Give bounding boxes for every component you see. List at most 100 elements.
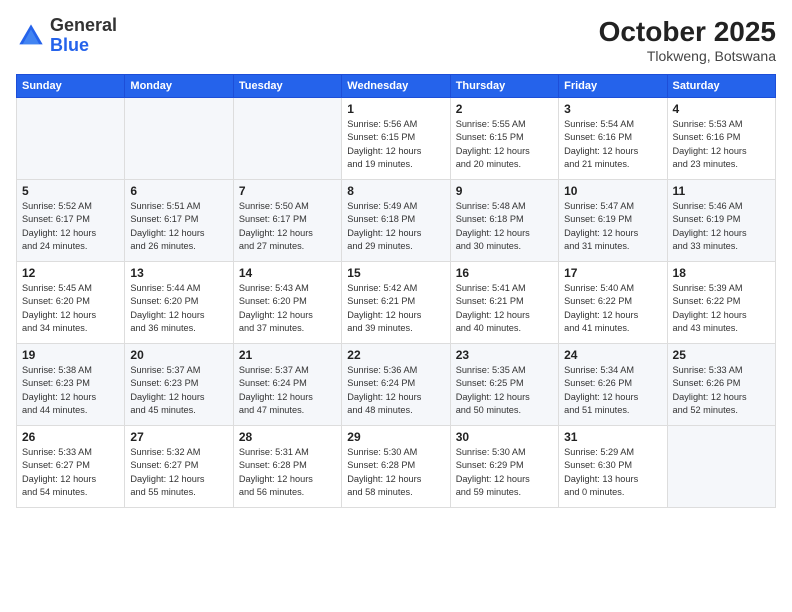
table-row: 4 Sunrise: 5:53 AM Sunset: 6:16 PM Daylig… [667, 98, 775, 180]
table-row: 21Sunrise: 5:37 AM Sunset: 6:24 PM Dayli… [233, 344, 341, 426]
table-row: 1 Sunrise: 5:56 AM Sunset: 6:15 PM Daylig… [342, 98, 450, 180]
table-row: 25 Sunrise: 5:33 AM Sunset: 6:26 PM Dayli… [667, 344, 775, 426]
day-number: 30 [456, 430, 553, 444]
day-info: Sunrise: 5:40 AM Sunset: 6:22 PM Dayligh… [564, 282, 661, 335]
table-row: 26 Sunrise: 5:33 AM Sunset: 6:27 PM Dayli… [17, 426, 125, 508]
day-number: 4 [673, 102, 770, 116]
day-info: Sunrise: 5:44 AM Sunset: 6:20 PM Dayligh… [130, 282, 227, 335]
col-monday: Monday [125, 75, 233, 98]
table-row: 29Sunrise: 5:30 AM Sunset: 6:28 PM Dayli… [342, 426, 450, 508]
day-number: 8 [347, 184, 444, 198]
day-number: 9 [456, 184, 553, 198]
table-row: 9Sunrise: 5:48 AM Sunset: 6:18 PM Daylig… [450, 180, 558, 262]
day-number: 5 [22, 184, 119, 198]
day-number: 24 [564, 348, 661, 362]
day-info: Sunrise: 5:49 AM Sunset: 6:18 PM Dayligh… [347, 200, 444, 253]
table-row: 5Sunrise: 5:52 AM Sunset: 6:17 PM Daylig… [17, 180, 125, 262]
day-number: 20 [130, 348, 227, 362]
day-info: Sunrise: 5:33 AM Sunset: 6:27 PM Dayligh… [22, 446, 119, 499]
logo-general: General [50, 15, 117, 35]
day-info: Sunrise: 5:46 AM Sunset: 6:19 PM Dayligh… [673, 200, 770, 253]
day-number: 31 [564, 430, 661, 444]
day-info: Sunrise: 5:33 AM Sunset: 6:26 PM Dayligh… [673, 364, 770, 417]
table-row: 19 Sunrise: 5:38 AM Sunset: 6:23 PM Dayli… [17, 344, 125, 426]
header: General Blue October 2025 Tlokweng, Bots… [16, 16, 776, 64]
table-row: 17 Sunrise: 5:40 AM Sunset: 6:22 PM Dayli… [559, 262, 667, 344]
table-row: 6Sunrise: 5:51 AM Sunset: 6:17 PM Daylig… [125, 180, 233, 262]
table-row [667, 426, 775, 508]
table-row: 30 Sunrise: 5:30 AM Sunset: 6:29 PM Dayli… [450, 426, 558, 508]
table-row: 10Sunrise: 5:47 AM Sunset: 6:19 PM Dayli… [559, 180, 667, 262]
day-info: Sunrise: 5:55 AM Sunset: 6:15 PM Dayligh… [456, 118, 553, 171]
col-wednesday: Wednesday [342, 75, 450, 98]
day-number: 17 [564, 266, 661, 280]
page: General Blue October 2025 Tlokweng, Bots… [0, 0, 792, 612]
day-number: 3 [564, 102, 661, 116]
day-number: 1 [347, 102, 444, 116]
day-number: 25 [673, 348, 770, 362]
day-info: Sunrise: 5:37 AM Sunset: 6:24 PM Dayligh… [239, 364, 336, 417]
day-info: Sunrise: 5:53 AM Sunset: 6:16 PM Dayligh… [673, 118, 770, 171]
calendar-week-row: 1 Sunrise: 5:56 AM Sunset: 6:15 PM Daylig… [17, 98, 776, 180]
table-row: 12Sunrise: 5:45 AM Sunset: 6:20 PM Dayli… [17, 262, 125, 344]
table-row: 31 Sunrise: 5:29 AM Sunset: 6:30 PM Dayli… [559, 426, 667, 508]
day-info: Sunrise: 5:54 AM Sunset: 6:16 PM Dayligh… [564, 118, 661, 171]
day-number: 26 [22, 430, 119, 444]
logo: General Blue [16, 16, 117, 56]
calendar-week-row: 5Sunrise: 5:52 AM Sunset: 6:17 PM Daylig… [17, 180, 776, 262]
day-info: Sunrise: 5:39 AM Sunset: 6:22 PM Dayligh… [673, 282, 770, 335]
day-info: Sunrise: 5:30 AM Sunset: 6:29 PM Dayligh… [456, 446, 553, 499]
day-info: Sunrise: 5:32 AM Sunset: 6:27 PM Dayligh… [130, 446, 227, 499]
col-saturday: Saturday [667, 75, 775, 98]
logo-blue: Blue [50, 35, 89, 55]
table-row: 18 Sunrise: 5:39 AM Sunset: 6:22 PM Dayli… [667, 262, 775, 344]
day-number: 7 [239, 184, 336, 198]
day-number: 16 [456, 266, 553, 280]
day-info: Sunrise: 5:29 AM Sunset: 6:30 PM Dayligh… [564, 446, 661, 499]
day-number: 10 [564, 184, 661, 198]
day-number: 28 [239, 430, 336, 444]
table-row: 11 Sunrise: 5:46 AM Sunset: 6:19 PM Dayli… [667, 180, 775, 262]
month-title: October 2025 [599, 16, 776, 48]
calendar-header-row: Sunday Monday Tuesday Wednesday Thursday… [17, 75, 776, 98]
day-info: Sunrise: 5:56 AM Sunset: 6:15 PM Dayligh… [347, 118, 444, 171]
table-row: 15 Sunrise: 5:42 AM Sunset: 6:21 PM Dayli… [342, 262, 450, 344]
day-info: Sunrise: 5:36 AM Sunset: 6:24 PM Dayligh… [347, 364, 444, 417]
table-row: 23 Sunrise: 5:35 AM Sunset: 6:25 PM Dayli… [450, 344, 558, 426]
table-row: 7 Sunrise: 5:50 AM Sunset: 6:17 PM Daylig… [233, 180, 341, 262]
day-info: Sunrise: 5:30 AM Sunset: 6:28 PM Dayligh… [347, 446, 444, 499]
calendar: Sunday Monday Tuesday Wednesday Thursday… [16, 74, 776, 508]
day-number: 11 [673, 184, 770, 198]
day-number: 19 [22, 348, 119, 362]
day-number: 18 [673, 266, 770, 280]
day-info: Sunrise: 5:41 AM Sunset: 6:21 PM Dayligh… [456, 282, 553, 335]
table-row: 22 Sunrise: 5:36 AM Sunset: 6:24 PM Dayli… [342, 344, 450, 426]
table-row: 16 Sunrise: 5:41 AM Sunset: 6:21 PM Dayli… [450, 262, 558, 344]
col-tuesday: Tuesday [233, 75, 341, 98]
day-number: 22 [347, 348, 444, 362]
day-number: 23 [456, 348, 553, 362]
day-info: Sunrise: 5:35 AM Sunset: 6:25 PM Dayligh… [456, 364, 553, 417]
day-info: Sunrise: 5:50 AM Sunset: 6:17 PM Dayligh… [239, 200, 336, 253]
calendar-week-row: 19 Sunrise: 5:38 AM Sunset: 6:23 PM Dayli… [17, 344, 776, 426]
day-info: Sunrise: 5:45 AM Sunset: 6:20 PM Dayligh… [22, 282, 119, 335]
day-info: Sunrise: 5:38 AM Sunset: 6:23 PM Dayligh… [22, 364, 119, 417]
location: Tlokweng, Botswana [599, 48, 776, 64]
table-row: 8 Sunrise: 5:49 AM Sunset: 6:18 PM Daylig… [342, 180, 450, 262]
day-number: 14 [239, 266, 336, 280]
day-number: 15 [347, 266, 444, 280]
day-info: Sunrise: 5:42 AM Sunset: 6:21 PM Dayligh… [347, 282, 444, 335]
calendar-week-row: 26 Sunrise: 5:33 AM Sunset: 6:27 PM Dayli… [17, 426, 776, 508]
table-row [233, 98, 341, 180]
day-number: 13 [130, 266, 227, 280]
day-info: Sunrise: 5:34 AM Sunset: 6:26 PM Dayligh… [564, 364, 661, 417]
table-row: 28 Sunrise: 5:31 AM Sunset: 6:28 PM Dayli… [233, 426, 341, 508]
table-row: 3 Sunrise: 5:54 AM Sunset: 6:16 PM Daylig… [559, 98, 667, 180]
day-number: 2 [456, 102, 553, 116]
day-info: Sunrise: 5:31 AM Sunset: 6:28 PM Dayligh… [239, 446, 336, 499]
col-thursday: Thursday [450, 75, 558, 98]
col-sunday: Sunday [17, 75, 125, 98]
day-number: 6 [130, 184, 227, 198]
table-row: 13 Sunrise: 5:44 AM Sunset: 6:20 PM Dayli… [125, 262, 233, 344]
table-row: 27Sunrise: 5:32 AM Sunset: 6:27 PM Dayli… [125, 426, 233, 508]
